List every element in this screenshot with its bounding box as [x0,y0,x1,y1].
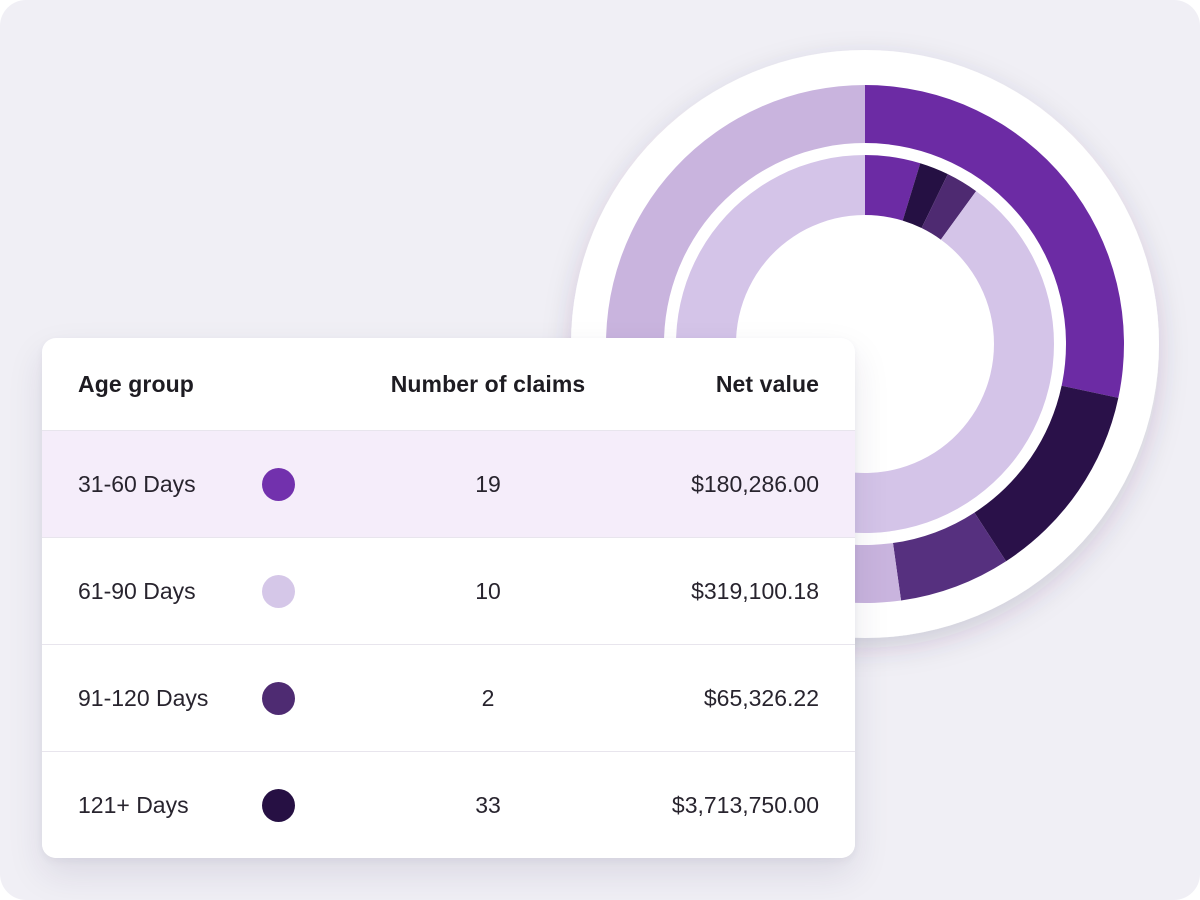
table-header-row: Age group Number of claims Net value [42,338,855,430]
claims-count: 19 [328,471,648,498]
legend-dot-cell [228,682,328,715]
legend-dot [262,682,295,715]
legend-dot-cell [228,789,328,822]
net-value: $319,100.18 [648,578,819,605]
net-value: $3,713,750.00 [648,792,819,819]
claims-count: 33 [328,792,648,819]
legend-dot [262,575,295,608]
legend-dot-cell [228,468,328,501]
table-row[interactable]: 121+ Days 33 $3,713,750.00 [42,751,855,858]
claims-count: 2 [328,685,648,712]
column-header-claims: Number of claims [328,371,648,398]
table-row[interactable]: 91-120 Days 2 $65,326.22 [42,644,855,751]
age-group-label: 31-60 Days [78,471,228,498]
claims-count: 10 [328,578,648,605]
net-value: $180,286.00 [648,471,819,498]
legend-dot-cell [228,575,328,608]
column-header-age-group: Age group [78,371,328,398]
table-row[interactable]: 61-90 Days 10 $319,100.18 [42,537,855,644]
column-header-net-value: Net value [648,371,819,398]
table-row[interactable]: 31-60 Days 19 $180,286.00 [42,430,855,537]
aging-claims-card: Age group Number of claims Net value 31-… [42,338,855,858]
legend-dot [262,789,295,822]
age-group-label: 91-120 Days [78,685,228,712]
page-background: Age group Number of claims Net value 31-… [0,0,1200,900]
net-value: $65,326.22 [648,685,819,712]
age-group-label: 61-90 Days [78,578,228,605]
age-group-label: 121+ Days [78,792,228,819]
legend-dot [262,468,295,501]
